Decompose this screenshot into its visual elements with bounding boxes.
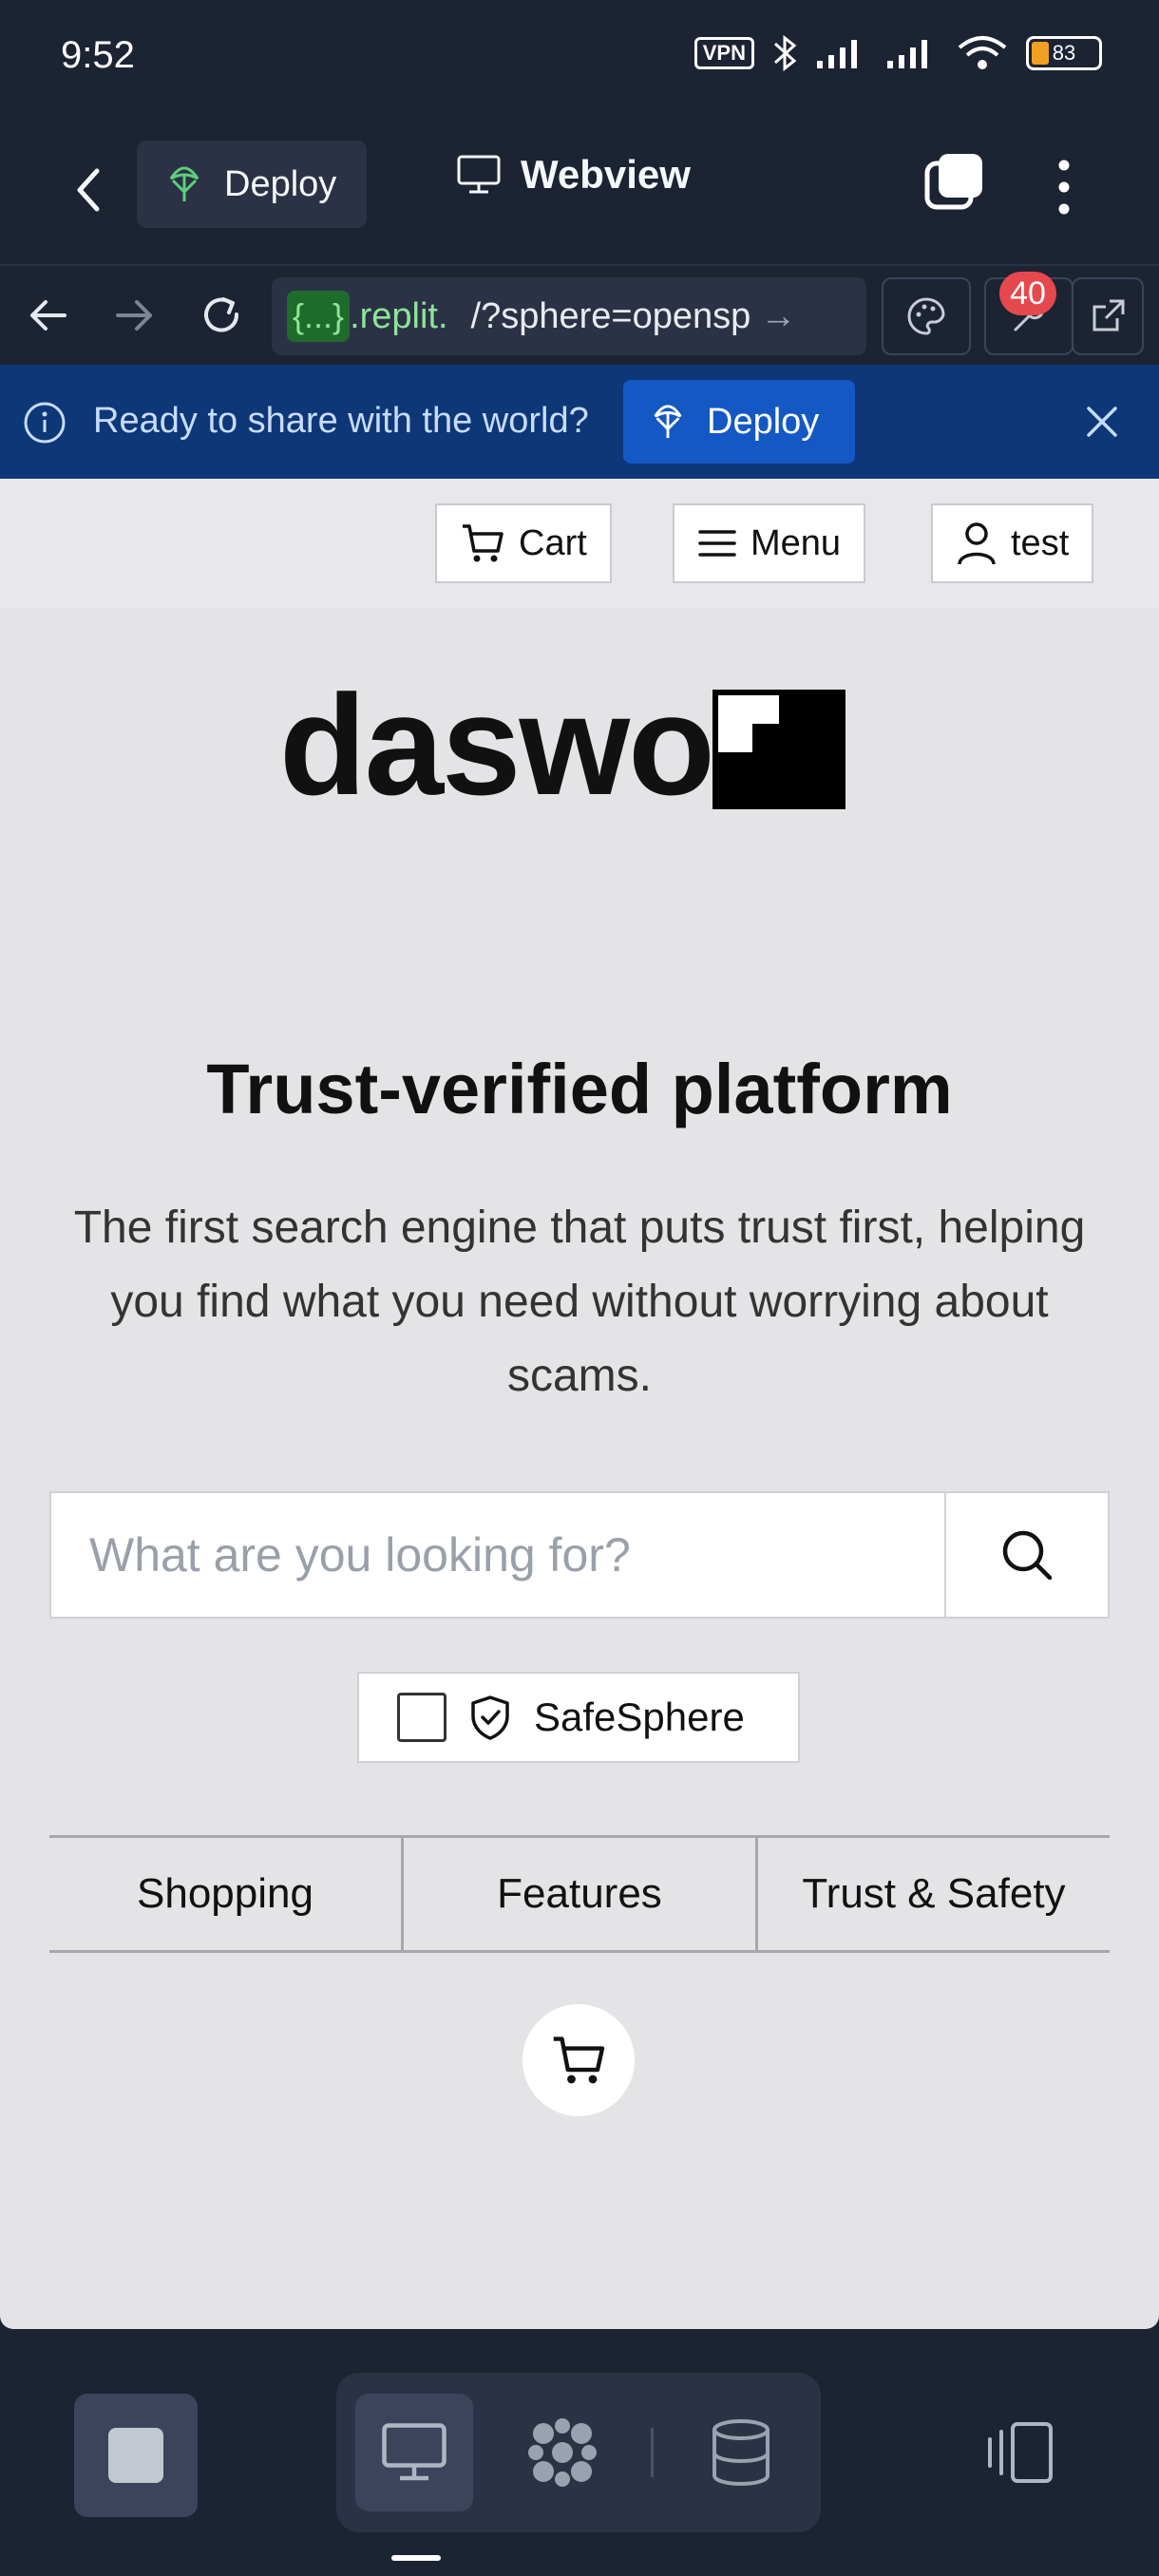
logo-mark-icon (712, 690, 846, 809)
safesphere-checkbox[interactable] (397, 1693, 446, 1742)
monitor-icon (457, 155, 501, 194)
safesphere-toggle[interactable]: SafeSphere (357, 1672, 800, 1763)
cart-icon (463, 524, 504, 562)
tab-shopping[interactable]: Shopping (49, 1838, 404, 1950)
search-input[interactable] (51, 1493, 944, 1617)
category-tabs: Shopping Features Trust & Safety (49, 1835, 1110, 1953)
banner-deploy-label: Deploy (707, 401, 820, 442)
database-tab-button[interactable] (682, 2394, 800, 2511)
webview-tab-button[interactable] (355, 2394, 473, 2511)
notifications-badge: 40 (999, 272, 1056, 315)
external-link-icon (1092, 299, 1125, 331)
reload-icon[interactable] (192, 285, 253, 346)
safesphere-label: SafeSphere (534, 1695, 745, 1739)
url-path: /?sphere=opensp (470, 295, 751, 336)
theme-palette-button[interactable] (882, 277, 971, 355)
signal-icon (817, 40, 857, 68)
hero-subtitle: The first search engine that puts trust … (73, 1203, 1086, 1401)
webview-label: Webview (521, 152, 691, 197)
wifi-icon (958, 36, 1007, 69)
menu-button[interactable]: Menu (673, 503, 866, 583)
palette-icon (907, 297, 945, 335)
deploy-button[interactable]: Deploy (137, 141, 367, 228)
cart-button[interactable]: Cart (435, 503, 612, 583)
shield-check-icon (471, 1695, 509, 1740)
clock: 9:52 (61, 34, 135, 76)
floating-cart-button[interactable] (522, 2004, 635, 2116)
cart-icon (553, 2036, 605, 2084)
tabs-icon[interactable] (922, 150, 988, 217)
hero-title: Trust-verified platform (206, 1050, 953, 1128)
open-external-button[interactable] (1072, 277, 1144, 355)
status-icons: VPN 83 (694, 34, 1102, 72)
banner-deploy-button[interactable]: Deploy (623, 380, 855, 464)
replit-top-bar: Deploy Webview (0, 114, 1159, 264)
battery-icon: 83 (1026, 36, 1102, 70)
stop-icon (108, 2428, 163, 2483)
url-field[interactable]: {...} .replit. /?sphere=opensp → (272, 277, 866, 355)
network-icon (528, 2418, 597, 2487)
replit-bottom-bar (0, 2329, 1159, 2576)
site-header: Cart Menu test (0, 479, 1159, 608)
deploy-banner: Ready to share with the world? Deploy (0, 365, 1159, 479)
hamburger-icon (698, 530, 736, 557)
tab-trust-safety[interactable]: Trust & Safety (758, 1838, 1110, 1950)
tab-features[interactable]: Features (404, 1838, 758, 1950)
workflow-tab-button[interactable] (504, 2394, 621, 2511)
close-icon[interactable] (1083, 403, 1121, 441)
search-icon (1002, 1530, 1053, 1581)
browser-back-icon[interactable] (17, 285, 78, 346)
banner-text: Ready to share with the world? (93, 401, 589, 441)
menu-button-label: Menu (750, 522, 842, 563)
panel-toggle-icon[interactable] (984, 2418, 1056, 2487)
deploy-icon (654, 405, 682, 439)
stop-button[interactable] (74, 2394, 198, 2517)
cart-button-label: Cart (519, 522, 587, 563)
battery-level: 83 (1052, 41, 1076, 65)
back-chevron-icon[interactable] (66, 161, 114, 218)
url-arrow-icon: → (760, 295, 797, 336)
more-options-icon[interactable] (1045, 154, 1083, 220)
browser-bar: {...} .replit. /?sphere=opensp → 40 (0, 264, 1159, 365)
browser-forward-icon[interactable] (104, 285, 165, 346)
database-icon (712, 2419, 770, 2486)
user-button[interactable]: test (931, 503, 1094, 583)
url-chip: {...} (287, 291, 351, 342)
signal-icon-2 (887, 40, 927, 68)
user-button-label: test (1011, 522, 1070, 563)
vpn-icon: VPN (694, 37, 754, 69)
url-host: .replit. (350, 295, 448, 336)
webview-page: Cart Menu test daswos Trust-verified pla… (0, 479, 1159, 2329)
webview-title: Webview (456, 152, 691, 198)
user-icon (958, 522, 996, 565)
monitor-icon (382, 2423, 446, 2481)
deploy-icon (169, 166, 200, 201)
divider (651, 2428, 654, 2477)
info-icon (24, 402, 66, 444)
home-indicator[interactable] (391, 2555, 441, 2561)
bluetooth-icon (773, 34, 797, 72)
search-bar (49, 1491, 1110, 1619)
deploy-button-label: Deploy (224, 163, 337, 204)
search-button[interactable] (944, 1493, 1108, 1617)
status-bar: 9:52 VPN 83 (0, 0, 1159, 114)
view-switcher (336, 2373, 821, 2532)
daswos-logo[interactable]: daswos (279, 669, 849, 821)
